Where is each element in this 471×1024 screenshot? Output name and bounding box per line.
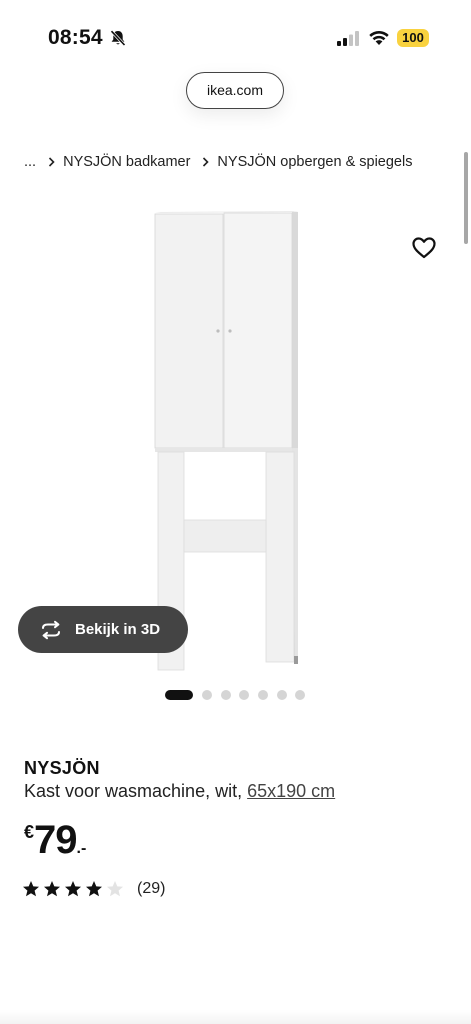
rotate-3d-icon bbox=[42, 620, 60, 639]
gallery-dot[interactable] bbox=[239, 690, 250, 700]
product-description-text: Kast voor wasmachine, wit, bbox=[24, 781, 243, 801]
breadcrumb: ... NYSJÖN badkamer NYSJÖN opbergen & sp… bbox=[24, 152, 412, 172]
chevron-right-icon bbox=[203, 157, 210, 167]
clock-time: 08:54 bbox=[48, 26, 103, 49]
gallery-dot-active[interactable] bbox=[165, 690, 193, 700]
breadcrumb-item-badkamer[interactable]: NYSJÖN badkamer bbox=[63, 154, 190, 170]
bottom-bar-edge bbox=[0, 1010, 471, 1024]
star-empty-icon bbox=[107, 881, 123, 897]
gallery-dot[interactable] bbox=[258, 690, 269, 700]
status-bar: 08:54 100 bbox=[0, 0, 471, 74]
battery-icon: 100 bbox=[397, 29, 429, 47]
gallery-pagination bbox=[165, 690, 314, 700]
price-currency: € bbox=[24, 822, 35, 842]
product-description: Kast voor wasmachine, wit, 65x190 cm bbox=[24, 781, 335, 802]
product-rating[interactable]: (29) bbox=[22, 879, 165, 899]
wifi-icon bbox=[369, 31, 389, 45]
view-3d-button[interactable]: Bekijk in 3D bbox=[18, 606, 188, 653]
heart-outline-icon[interactable] bbox=[410, 234, 438, 262]
gallery-dot[interactable] bbox=[202, 690, 212, 700]
product-price: €79.- bbox=[24, 818, 86, 866]
gallery-dot[interactable] bbox=[295, 690, 306, 700]
star-filled-icon bbox=[65, 881, 81, 897]
star-filled-icon bbox=[23, 881, 39, 897]
price-decimal: .- bbox=[76, 840, 87, 857]
chevron-right-icon bbox=[49, 157, 55, 167]
review-count[interactable]: (29) bbox=[137, 880, 165, 898]
product-brand: NYSJÖN bbox=[24, 758, 100, 778]
gallery-dot[interactable] bbox=[220, 690, 231, 700]
gallery-dot[interactable] bbox=[276, 690, 287, 700]
bell-muted-icon bbox=[110, 30, 126, 47]
product-measure-link[interactable]: 65x190 cm bbox=[247, 781, 335, 801]
view-3d-label: Bekijk in 3D bbox=[75, 621, 161, 638]
cellular-signal-icon bbox=[337, 31, 359, 46]
star-filled-icon bbox=[86, 881, 102, 897]
star-filled-icon bbox=[44, 881, 60, 897]
url-bar[interactable]: ikea.com bbox=[186, 72, 284, 109]
breadcrumb-ellipsis[interactable]: ... bbox=[24, 154, 36, 170]
price-integer: 79 bbox=[34, 818, 77, 862]
breadcrumb-item-opbergen[interactable]: NYSJÖN opbergen & spiegels bbox=[217, 154, 412, 170]
scrollbar[interactable] bbox=[464, 152, 468, 244]
